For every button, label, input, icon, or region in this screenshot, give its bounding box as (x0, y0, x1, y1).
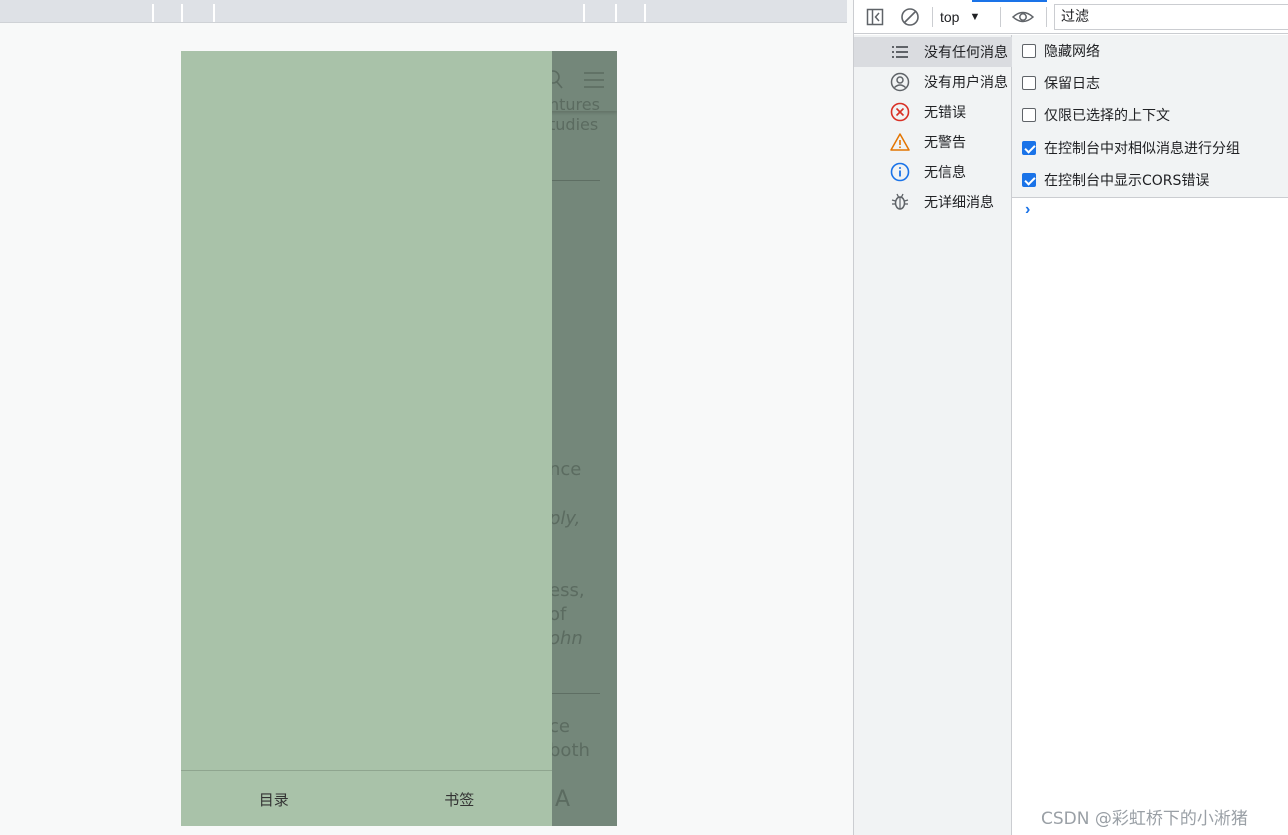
toolbar-separator (1000, 7, 1001, 27)
show-cors-errors-option[interactable]: 在控制台中显示CORS错误 (1022, 170, 1209, 190)
group-similar-checkbox[interactable] (1022, 141, 1036, 155)
hide-network-checkbox[interactable] (1022, 44, 1036, 58)
option-label: 在控制台中显示CORS错误 (1044, 173, 1210, 189)
page-viewport: ntures tudies nce ply, ess, of ohn ce bo… (0, 0, 853, 835)
option-label: 在控制台中对相似消息进行分组 (1044, 141, 1240, 157)
book-text: tudies (549, 115, 599, 134)
group-similar-option[interactable]: 在控制台中对相似消息进行分组 (1022, 138, 1240, 158)
divider (549, 693, 600, 694)
sidebar-item-label: 无错误 (924, 105, 966, 121)
sidebar-item-info[interactable]: 无信息 (854, 157, 1012, 187)
toc-tab[interactable]: 目录 (181, 771, 367, 826)
sidebar-item-warnings[interactable]: 无警告 (854, 127, 1012, 157)
font-size-button[interactable]: A (555, 787, 570, 812)
user-icon (890, 72, 910, 92)
console-prompt-icon[interactable]: › (1025, 201, 1030, 219)
live-expression-eye-icon[interactable] (1011, 7, 1035, 27)
ruler-tick (213, 4, 215, 22)
ruler-tick (615, 4, 617, 22)
sidebar-item-errors[interactable]: 无错误 (854, 97, 1012, 127)
sidebar-item-user-messages[interactable]: 没有用户消息 (854, 67, 1012, 97)
drawer-footer: 目录 书签 (181, 770, 552, 826)
book-text: ce (549, 716, 570, 737)
clear-console-icon[interactable] (900, 7, 920, 27)
sidebar-item-label: 没有用户消息 (924, 75, 1008, 91)
active-tab-indicator (972, 0, 1047, 2)
book-text: nce (549, 459, 582, 480)
bookmark-tab[interactable]: 书签 (367, 771, 553, 826)
option-label: 保留日志 (1044, 76, 1100, 92)
info-icon (890, 162, 910, 182)
show-cors-errors-checkbox[interactable] (1022, 173, 1036, 187)
sidebar-item-label: 没有任何消息 (924, 45, 1008, 61)
preserve-log-option[interactable]: 保留日志 (1022, 73, 1100, 93)
toolbar-separator (932, 7, 933, 27)
list-icon (892, 46, 908, 58)
menu-icon[interactable] (584, 71, 604, 89)
console-toolbar: top ▼ (854, 0, 1288, 34)
toc-drawer: 目录 书签 (181, 51, 552, 826)
selected-context-only-checkbox[interactable] (1022, 108, 1036, 122)
device-ruler (0, 0, 847, 23)
warning-icon (890, 133, 910, 151)
console-sidebar: 没有任何消息 没有用户消息 无错误 无警告 无信息 无详细消息 (854, 35, 1012, 835)
context-selector[interactable]: top ▼ (940, 7, 980, 27)
sidebar-item-label: 无警告 (924, 135, 966, 151)
preserve-log-checkbox[interactable] (1022, 76, 1036, 90)
book-text: ess, (549, 580, 585, 601)
ruler-tick (152, 4, 154, 22)
sidebar-item-label: 无信息 (924, 165, 966, 181)
bug-icon (891, 193, 909, 210)
book-text: both (549, 740, 590, 761)
ruler-tick (181, 4, 183, 22)
selected-context-only-option[interactable]: 仅限已选择的上下文 (1022, 105, 1170, 125)
context-label: top (940, 9, 960, 25)
book-text: ntures (549, 95, 600, 114)
hide-network-option[interactable]: 隐藏网络 (1022, 41, 1100, 61)
filter-input[interactable] (1054, 4, 1288, 30)
sidebar-item-label: 无详细消息 (924, 195, 994, 211)
sidebar-item-all-messages[interactable]: 没有任何消息 (854, 37, 1012, 67)
dropdown-caret-icon: ▼ (969, 11, 981, 23)
console-settings-panel: 隐藏网络 保留日志 仅限已选择的上下文 在控制台中对相似消息进行分组 在控制台中… (1012, 35, 1288, 198)
sidebar-item-verbose[interactable]: 无详细消息 (854, 187, 1012, 217)
option-label: 仅限已选择的上下文 (1044, 108, 1170, 124)
mobile-page: ntures tudies nce ply, ess, of ohn ce bo… (181, 51, 617, 826)
option-label: 隐藏网络 (1044, 44, 1100, 60)
ruler-tick (644, 4, 646, 22)
divider (549, 180, 600, 181)
devtools-console: top ▼ 没有任何消息 没有用户消息 (853, 0, 1288, 835)
book-text: ohn (549, 628, 583, 649)
book-text: ply, (549, 508, 581, 529)
ruler-tick (583, 4, 585, 22)
toolbar-separator (1046, 7, 1047, 27)
watermark: CSDN @彩虹桥下的小淅猪 (1041, 809, 1248, 829)
sidebar-toggle-icon[interactable] (865, 7, 885, 27)
error-icon (890, 102, 910, 122)
